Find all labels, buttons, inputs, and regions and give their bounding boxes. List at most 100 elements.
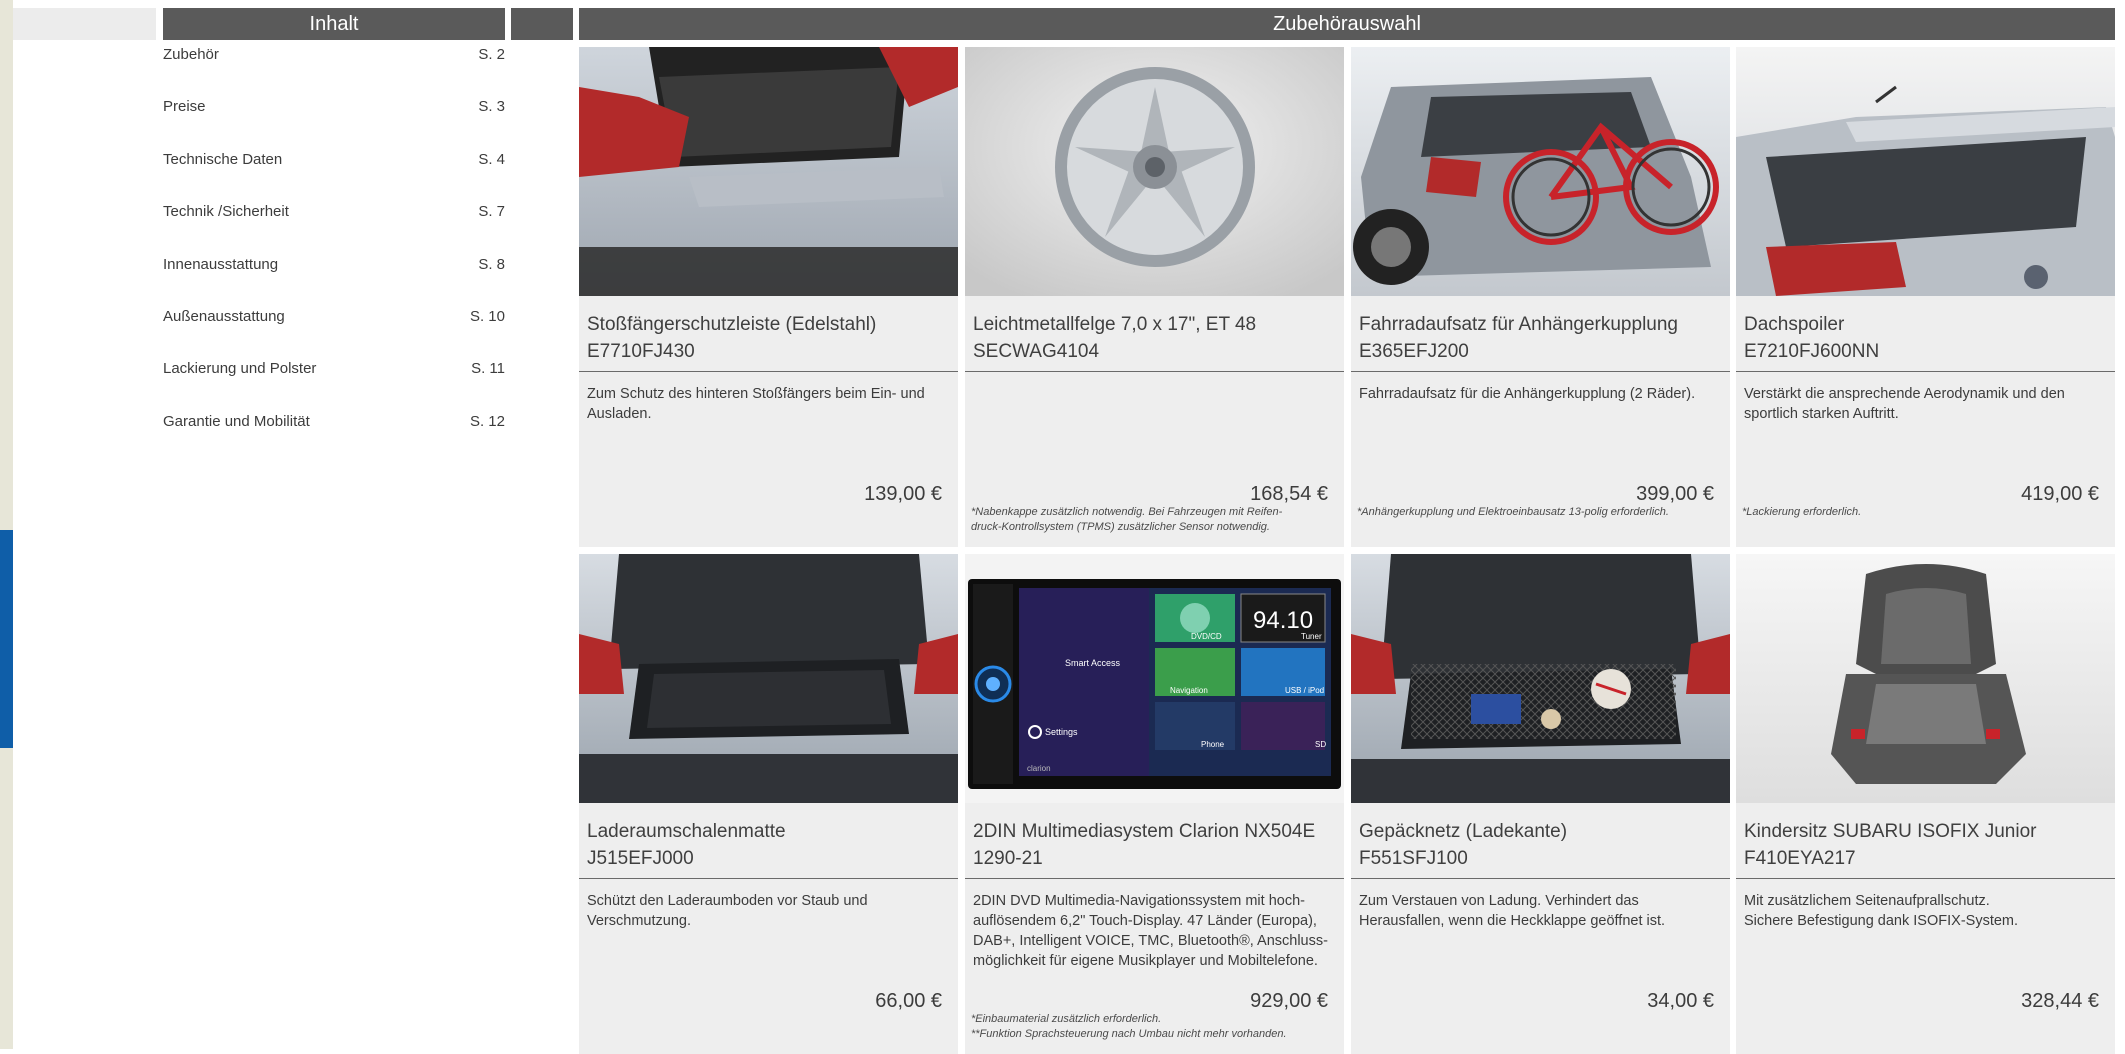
product-code: 1290-21 — [973, 848, 1043, 869]
product-code: F551SFJ100 — [1359, 848, 1468, 869]
product-price: 34,00 € — [1647, 990, 1714, 1012]
chapter-marker — [0, 530, 13, 748]
product-card[interactable]: Fahrradaufsatz für Anhängerkupplung E365E… — [1351, 47, 1730, 547]
product-name: 2DIN Multimediasystem Clarion NX504E — [973, 821, 1316, 842]
toc-item-page: S. 2 — [478, 46, 505, 63]
product-name: Dachspoiler — [1744, 314, 1845, 335]
toc-item-label: Garantie und Mobilität — [163, 412, 310, 430]
product-price: 419,00 € — [2021, 483, 2099, 505]
product-description: 2DIN DVD Multimedia-Navigationssystem mi… — [973, 893, 1328, 969]
product-card[interactable]: Gepäcknetz (Ladekante) F551SFJ100 Zum Ver… — [1351, 554, 1730, 1054]
product-footnote: *Lackierung erforderlich. — [1742, 506, 1862, 518]
product-code: E7710FJ430 — [587, 341, 695, 362]
toc-item-page: S. 4 — [478, 150, 505, 168]
product-description: Schützt den Laderaumboden vor Staub und … — [587, 893, 868, 929]
product-card[interactable]: 94.10 DVD/CD Tuner Navigation USB / iPod… — [965, 554, 1344, 1054]
toc-item-page: S. 11 — [471, 360, 505, 378]
divider — [579, 878, 958, 879]
toc-tab-blank — [13, 8, 156, 40]
toc-item-page: S. 7 — [478, 203, 505, 221]
product-name: Laderaumschalenmatte — [587, 821, 786, 842]
toc-item-label: Technische Daten — [163, 150, 283, 168]
toc-item-page: S. 10 — [469, 307, 505, 325]
toc-item[interactable]: Außenausstattung S. 10 — [163, 306, 505, 358]
toc-item-label: Zubehör — [163, 46, 219, 63]
product-photo-alloy-wheel — [965, 47, 1344, 296]
toc-item[interactable]: Zubehör S. 2 — [163, 44, 505, 96]
product-price: 328,44 € — [2021, 990, 2099, 1012]
tile-label-dvd: DVD/CD — [1191, 632, 1222, 641]
smart-access-label: Smart Access — [1065, 658, 1121, 668]
product-name: Leichtmetallfelge 7,0 x 17", ET 48 — [973, 314, 1257, 335]
section-header: Zubehörauswahl — [579, 8, 2115, 40]
product-code: E7210FJ600NN — [1744, 341, 1880, 362]
toc-item-page: S. 8 — [478, 255, 505, 273]
product-card[interactable]: Kindersitz SUBARU ISOFIX Junior F410EYA21… — [1736, 554, 2115, 1054]
product-code: E365EFJ200 — [1359, 341, 1469, 362]
toc-item[interactable]: Technische Daten S. 4 — [163, 149, 505, 201]
toc-header: Inhalt — [163, 8, 505, 40]
toc-item[interactable]: Lackierung und Polster S. 11 — [163, 358, 505, 410]
toc-item[interactable]: Innenausstattung S. 8 — [163, 254, 505, 306]
divider — [965, 371, 1344, 372]
divider — [1351, 878, 1730, 879]
toc-item[interactable]: Technik /Sicherheit S. 7 — [163, 201, 505, 253]
toc-item-label: Außenausstattung — [163, 307, 285, 325]
toc-item-label: Lackierung und Polster — [163, 360, 317, 378]
toc-item-label: Technik /Sicherheit — [163, 203, 289, 221]
product-code: F410EYA217 — [1744, 848, 1856, 869]
toc-item-label: Preise — [163, 98, 206, 116]
product-footnote: *Nabenkappe zusätzlich notwendig. Bei Fa… — [971, 506, 1283, 533]
product-description: Zum Verstauen von Ladung. Verhindert das… — [1359, 893, 1666, 929]
toc-item-page: S. 3 — [478, 98, 505, 116]
product-name: Gepäcknetz (Ladekante) — [1359, 821, 1568, 842]
product-footnote: *Einbaumaterial zusätzlich erforderlich.… — [971, 1013, 1287, 1040]
product-description: Mit zusätzlichem Seitenaufprallschutz. S… — [1744, 893, 2019, 929]
product-code: J515EFJ000 — [587, 848, 694, 869]
divider — [1736, 878, 2115, 879]
divider — [965, 878, 1344, 879]
tile-label-phone: Phone — [1201, 740, 1225, 749]
product-photo-roof-spoiler — [1736, 47, 2115, 296]
product-price: 66,00 € — [875, 990, 942, 1012]
radio-frequency: 94.10 — [1253, 607, 1313, 634]
page-edge-strip — [0, 0, 13, 1049]
toc-item-page: S. 12 — [469, 412, 505, 430]
tile-label-navigation: Navigation — [1170, 686, 1208, 695]
product-photo-bumper-guard — [579, 47, 958, 296]
product-price: 168,54 € — [1250, 483, 1328, 505]
head-unit-illustration: 94.10 DVD/CD Tuner Navigation USB / iPod… — [968, 579, 1341, 789]
product-footnote: *Anhängerkupplung und Elektroeinbausatz … — [1357, 506, 1669, 518]
product-code: SECWAG4104 — [973, 341, 1100, 362]
header-spacer — [511, 8, 573, 40]
brand-label: clarion — [1027, 764, 1051, 773]
product-card[interactable]: Leichtmetallfelge 7,0 x 17", ET 48 SECWAG… — [965, 47, 1344, 547]
product-card[interactable]: Dachspoiler E7210FJ600NN Verstärkt die an… — [1736, 47, 2115, 547]
product-photo-multimedia-system: 94.10 DVD/CD Tuner Navigation USB / iPod… — [965, 554, 1344, 803]
product-price: 929,00 € — [1250, 990, 1328, 1012]
tile-label-tuner: Tuner — [1301, 632, 1322, 641]
divider — [1736, 371, 2115, 372]
tile-label-sd: SD — [1315, 740, 1326, 749]
product-price: 139,00 € — [864, 483, 942, 505]
product-price: 399,00 € — [1636, 483, 1714, 505]
toc-item[interactable]: Preise S. 3 — [163, 96, 505, 148]
product-name: Fahrradaufsatz für Anhängerkupplung — [1359, 314, 1678, 335]
product-name: Stoßfängerschutzleiste (Edelstahl) — [587, 314, 877, 335]
divider — [579, 371, 958, 372]
product-description: Zum Schutz des hinteren Stoßfängers beim… — [587, 386, 925, 422]
divider — [1351, 371, 1730, 372]
product-photo-child-seat — [1736, 554, 2115, 803]
product-description: Verstärkt die ansprechende Aerodynamik u… — [1744, 386, 2065, 422]
product-photo-cargo-tray — [579, 554, 958, 803]
toc-item-label: Innenausstattung — [163, 255, 279, 273]
product-card[interactable]: Stoßfängerschutzleiste (Edelstahl) E7710F… — [579, 47, 958, 547]
product-name: Kindersitz SUBARU ISOFIX Junior — [1744, 821, 2037, 842]
toc-item[interactable]: Garantie und Mobilität S. 12 — [163, 411, 505, 463]
tile-label-usb: USB / iPod — [1285, 686, 1324, 695]
product-description: Fahrradaufsatz für die Anhängerkupplung … — [1359, 386, 1696, 402]
table-of-contents: Zubehör S. 2 Preise S. 3 Technische Daten S… — [163, 44, 505, 463]
product-photo-bike-carrier — [1351, 47, 1730, 296]
settings-label: Settings — [1045, 727, 1078, 737]
product-card[interactable]: Laderaumschalenmatte J515EFJ000 Schützt d… — [579, 554, 958, 1054]
